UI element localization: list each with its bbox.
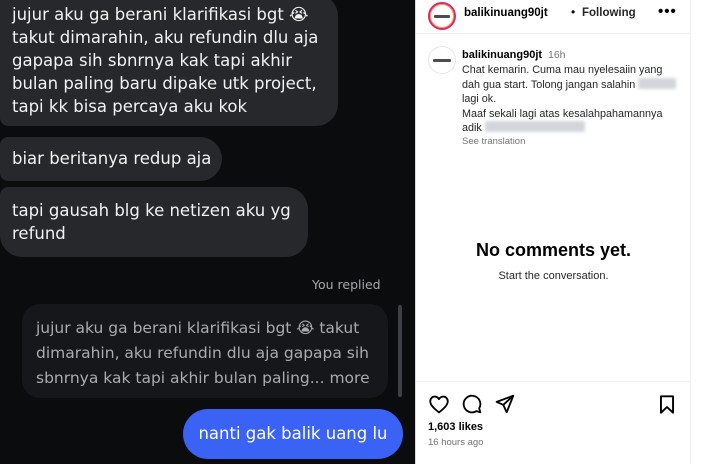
panel-edge xyxy=(690,0,691,464)
redacted-text xyxy=(484,121,585,133)
message-line: gapapa sih sbnrnya kak tapi akhir xyxy=(12,51,293,70)
received-message-2[interactable]: biar beritanya redup aja xyxy=(0,137,222,181)
message-line: jujur aku ga berani klarifikasi bgt 😭 xyxy=(12,5,309,24)
message-line: tapi kk bisa percaya aku kok xyxy=(12,97,248,116)
instagram-post-panel: balikinuang90jt • Following ••• balikinu… xyxy=(415,0,720,464)
caption-line: dah gua start. Tolong jangan salahin xyxy=(462,77,687,93)
message-line: bulan paling baru dipake utk project, xyxy=(12,74,317,93)
caption-text: Chat kemarin. Cuma mau nyelesaiin yang d… xyxy=(462,63,687,136)
send-icon[interactable] xyxy=(494,393,516,415)
avatar-logo xyxy=(432,58,452,62)
caption-line: Chat kemarin. Cuma mau nyelesaiin yang xyxy=(462,64,663,76)
divider xyxy=(416,33,691,34)
quoted-line: jujur aku ga berani klarifikasi bgt 😭 ta… xyxy=(36,319,360,337)
caption-line: lagi ok. xyxy=(462,93,497,106)
quoted-message[interactable]: jujur aku ga berani klarifikasi bgt 😭 ta… xyxy=(22,304,388,398)
message-line: biar beritanya redup aja xyxy=(12,149,212,168)
like-count[interactable]: 1,603 likes xyxy=(428,421,483,433)
empty-comments-title: No comments yet. xyxy=(475,240,632,260)
divider xyxy=(416,381,691,382)
caption-line: adik xyxy=(462,121,687,136)
post-time-ago: 16 hours ago xyxy=(428,437,484,448)
caption-line: Maaf sekali lagi atas kesalahpahamannya xyxy=(462,107,663,120)
message-line: refund xyxy=(12,224,66,243)
see-translation-link[interactable]: See translation xyxy=(462,136,525,147)
post-header: balikinuang90jt • Following ••• xyxy=(416,0,691,33)
replied-label: You replied xyxy=(312,277,381,292)
empty-comments-subtitle: Start the conversation. xyxy=(498,270,609,282)
sent-message[interactable]: nanti gak balik uang lu xyxy=(183,409,403,459)
following-button[interactable]: Following xyxy=(582,7,636,19)
caption-avatar[interactable] xyxy=(428,46,456,74)
quoted-line: dimarahin, aku refundin dlu aja gapapa s… xyxy=(36,344,370,362)
comment-icon[interactable] xyxy=(461,393,483,415)
quoted-line: sbnrnya kak tapi akhir bulan paling... m… xyxy=(36,369,370,387)
reply-indicator-bar xyxy=(398,305,402,397)
more-horizontal-icon[interactable]: ••• xyxy=(658,3,677,20)
avatar-logo xyxy=(433,14,451,18)
message-line: tapi gausah blg ke netizen aku yg xyxy=(12,201,291,220)
chat-thread: jujur aku ga berani klarifikasi bgt 😭 ta… xyxy=(0,0,415,464)
caption-timestamp: 16h xyxy=(548,49,566,61)
caption-username[interactable]: balikinuang90jt xyxy=(462,49,542,61)
post-author-username[interactable]: balikinuang90jt xyxy=(464,7,548,19)
message-line: takut dimarahin, aku refundin dlu aja xyxy=(12,28,319,47)
redacted-text xyxy=(638,77,677,89)
separator-dot: • xyxy=(571,5,576,19)
received-message-3[interactable]: tapi gausah blg ke netizen aku yg refund xyxy=(0,187,308,257)
bookmark-icon[interactable] xyxy=(656,393,678,415)
received-message-1[interactable]: jujur aku ga berani klarifikasi bgt 😭 ta… xyxy=(0,0,338,126)
avatar[interactable] xyxy=(428,2,456,30)
heart-icon[interactable] xyxy=(428,393,450,415)
